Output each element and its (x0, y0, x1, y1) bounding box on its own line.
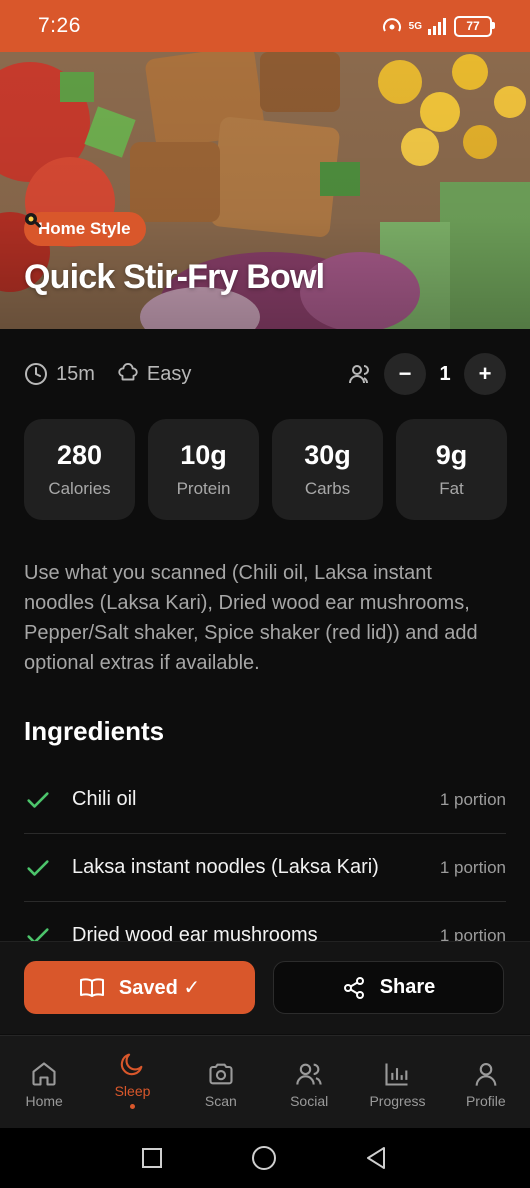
servings-stepper: − 1 + (348, 353, 506, 395)
ingredient-name: Chili oil (72, 788, 137, 810)
servings-count: 1 (439, 362, 451, 385)
network-type: 5G (408, 20, 422, 32)
recipe-title: Quick Stir-Fry Bowl (24, 258, 325, 296)
nav-sleep[interactable]: Sleep (88, 1036, 176, 1129)
nutrition-label: Calories (48, 479, 111, 498)
recipe-description: Use what you scanned (Chili oil, Laksa i… (24, 562, 478, 674)
nutrition-value: 280 (56, 440, 103, 470)
battery-icon: 77 (454, 15, 495, 37)
style-tag: Home Style (24, 212, 146, 246)
nutrition-cards: 280 Calories 10g Protein 30g Carbs 9g Fa… (24, 419, 507, 520)
home-icon (32, 1062, 56, 1086)
saved-button[interactable]: Saved ✓ (24, 961, 255, 1014)
battery-level: 77 (466, 19, 480, 33)
status-bar: 7:26 5G 77 (0, 0, 530, 52)
ingredient-item[interactable]: Chili oil 1 portion (24, 766, 506, 834)
nav-label: Progress (369, 1093, 426, 1109)
action-bar: Saved ✓ Share (0, 941, 530, 1034)
nav-home[interactable]: Home (0, 1036, 88, 1129)
home-circle-icon[interactable] (250, 1144, 278, 1172)
style-tag-label: Home Style (38, 219, 131, 238)
status-icons: 5G 77 (381, 15, 495, 37)
recipe-meta: 15m Easy − 1 + (24, 353, 506, 395)
nav-social[interactable]: Social (265, 1036, 353, 1129)
hero-image: Home Style Quick Stir-Fry Bowl (0, 52, 530, 329)
back-icon[interactable] (364, 1145, 390, 1171)
nutrition-value: 10g (180, 440, 227, 470)
user-icon (475, 1063, 497, 1086)
check-icon (27, 859, 49, 876)
nutrition-label: Protein (176, 479, 231, 498)
share-button-label: Share (379, 976, 436, 998)
recents-icon[interactable] (140, 1146, 164, 1170)
nutrition-label: Carbs (304, 479, 351, 498)
difficulty: Easy (117, 363, 191, 386)
camera-icon (209, 1063, 233, 1085)
ingredient-qty: 1 portion (439, 789, 506, 809)
signal-icon (428, 18, 446, 35)
cook-time-value: 15m (56, 362, 95, 385)
book-icon (79, 977, 104, 997)
nav-progress[interactable]: Progress (353, 1036, 441, 1129)
saved-button-label: Saved ✓ (118, 977, 201, 999)
nutrition-card-carbs: 30g Carbs (272, 419, 383, 520)
nav-label: Scan (204, 1093, 237, 1109)
users-icon (296, 1063, 322, 1085)
frying-pan-icon (25, 213, 41, 228)
share-icon (343, 976, 364, 999)
system-nav-bar (0, 1128, 530, 1188)
active-indicator (129, 1104, 135, 1109)
nav-label: Sleep (114, 1083, 151, 1099)
servings-decrease-button[interactable]: − (384, 353, 426, 395)
clock-icon (25, 363, 47, 385)
difficulty-value: Easy (146, 362, 192, 385)
share-button[interactable]: Share (273, 961, 504, 1014)
check-icon (27, 791, 49, 808)
ingredients-heading: Ingredients (24, 716, 165, 746)
ingredients-list: Chili oil 1 portion Laksa instant noodle… (24, 766, 506, 969)
hotspot-icon (382, 18, 401, 32)
nav-label: Social (290, 1093, 329, 1109)
ingredient-name: Laksa instant noodles (Laksa Kari) (72, 856, 379, 878)
moon-icon (121, 1053, 143, 1076)
ingredient-qty: 1 portion (439, 857, 506, 877)
ingredient-item[interactable]: Laksa instant noodles (Laksa Kari) 1 por… (24, 834, 506, 902)
nutrition-card-protein: 10g Protein (148, 419, 259, 520)
nav-label: Profile (465, 1093, 506, 1109)
bar-chart-icon (385, 1063, 408, 1086)
servings-increase-button[interactable]: + (464, 353, 506, 395)
nav-scan[interactable]: Scan (177, 1036, 265, 1129)
nutrition-card-fat: 9g Fat (396, 419, 507, 520)
users-icon (349, 365, 369, 384)
bottom-nav: Home Sleep Scan Social Progress Profile (0, 1035, 530, 1129)
chef-hat-icon (118, 363, 138, 381)
nutrition-card-calories: 280 Calories (24, 419, 135, 520)
cook-time: 15m (24, 362, 95, 386)
nutrition-label: Fat (439, 479, 464, 498)
nutrition-value: 9g (435, 440, 468, 470)
status-time: 7:26 (38, 14, 81, 37)
nav-profile[interactable]: Profile (442, 1036, 530, 1129)
nav-label: Home (25, 1093, 63, 1109)
nutrition-value: 30g (304, 440, 351, 470)
